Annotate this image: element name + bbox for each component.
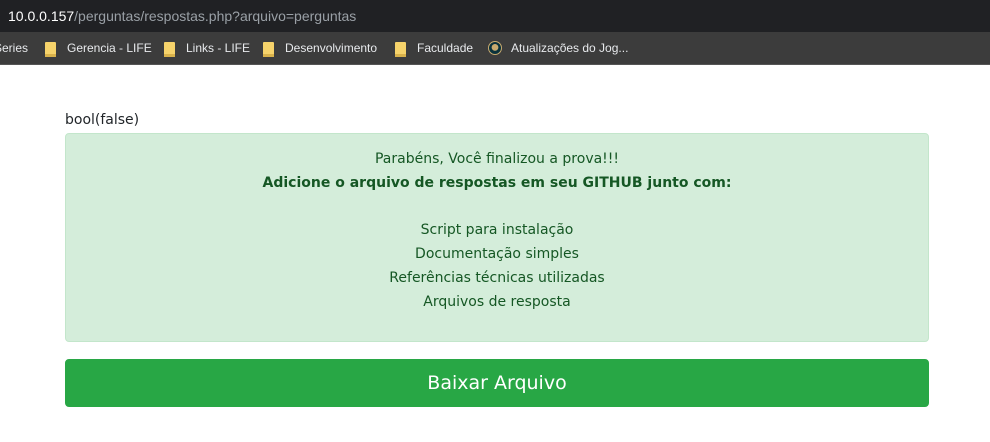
bookmark-links-life[interactable]: Links - LIFE (164, 32, 250, 64)
bookmarks-bar: Series Gerencia - LIFE Links - LIFE Dese… (0, 32, 990, 65)
bookmark-gerencia-life[interactable]: Gerencia - LIFE (45, 32, 152, 64)
alert-instruction-text: Adicione o arquivo de respostas em seu G… (262, 175, 732, 191)
folder-icon (45, 41, 56, 57)
bookmark-label: Desenvolvimento (285, 41, 378, 55)
alert-list-item: Referências técnicas utilizadas (389, 270, 605, 286)
alert-list-item: Script para instalação (420, 222, 574, 238)
bookmark-label: Links - LIFE (186, 41, 251, 55)
alert-congrats-text: Parabéns, Você finalizou a prova!!! (374, 151, 620, 167)
bookmark-label: Faculdade (417, 41, 474, 55)
bookmark-atualizacoes-jogo[interactable]: Atualizações do Jog... (488, 32, 628, 64)
bookmark-series[interactable]: Series (0, 32, 28, 64)
folder-icon (263, 41, 274, 57)
bookmark-faculdade[interactable]: Faculdade (395, 32, 473, 64)
debug-output: bool(false) (65, 112, 140, 128)
alert-list-item: Arquivos de resposta (423, 294, 571, 310)
bookmark-label: Atualizações do Jog... (511, 41, 629, 55)
bookmark-label: Gerencia - LIFE (67, 41, 152, 55)
folder-icon (164, 41, 175, 57)
alert-list-item: Documentação simples (415, 246, 579, 262)
download-file-button[interactable]: Baixar Arquivo (65, 359, 929, 407)
url-path: /perguntas/respostas.php?arquivo=pergunt… (74, 8, 357, 24)
folder-icon (395, 41, 406, 57)
bookmark-desenvolvimento[interactable]: Desenvolvimento (263, 32, 377, 64)
address-bar[interactable]: 10.0.0.157/perguntas/respostas.php?arqui… (0, 0, 990, 32)
success-alert: Parabéns, Você finalizou a prova!!! Adic… (65, 133, 929, 342)
bookmark-label: Series (0, 41, 29, 55)
url-host: 10.0.0.157 (8, 8, 75, 24)
league-of-legends-icon (488, 41, 502, 55)
